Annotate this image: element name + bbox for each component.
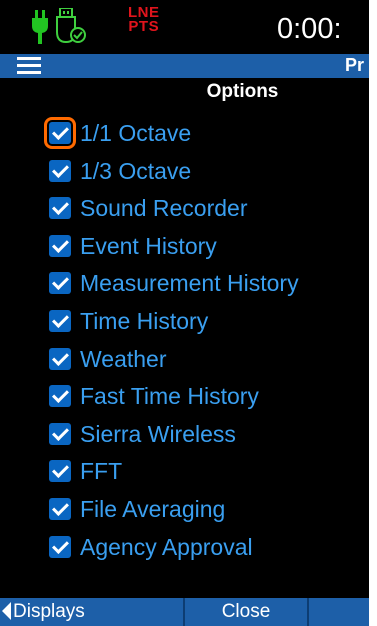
option-row[interactable]: FFT: [49, 454, 122, 488]
option-checkbox[interactable]: [49, 460, 71, 483]
option-checkbox[interactable]: [49, 422, 71, 445]
option-label: Weather: [80, 345, 167, 372]
usb-drive-check-icon: [56, 8, 86, 44]
option-checkbox[interactable]: [49, 310, 71, 332]
left-arrow-icon: [2, 601, 11, 620]
elapsed-time-readout: 0:00:: [277, 13, 342, 45]
displays-button[interactable]: Displays: [0, 598, 181, 626]
option-label: Sierra Wireless: [80, 420, 236, 447]
hamburger-menu-icon[interactable]: [17, 57, 41, 75]
option-checkbox[interactable]: [49, 535, 71, 558]
option-checkbox[interactable]: [49, 197, 71, 220]
option-checkbox[interactable]: [49, 498, 71, 520]
option-checkbox[interactable]: [49, 234, 71, 257]
right-softkey-button[interactable]: [311, 598, 369, 626]
option-row[interactable]: Sound Recorder: [49, 191, 248, 225]
options-title: Options: [206, 81, 279, 102]
status-bar: LNE PTS 0:00:: [0, 0, 369, 54]
option-label: 1/3 Octave: [80, 157, 192, 184]
option-row[interactable]: Event History: [49, 229, 217, 263]
device-screen: LNE PTS 0:00: Pr Options 1/1 Octave 1/3 O…: [0, 0, 369, 626]
option-checkbox[interactable]: [44, 117, 76, 149]
close-button[interactable]: Close: [183, 598, 309, 626]
option-checkbox[interactable]: [49, 347, 71, 370]
bottom-button-bar: Displays Close: [0, 598, 369, 626]
option-row[interactable]: Sierra Wireless: [49, 417, 236, 451]
option-label: Fast Time History: [80, 383, 259, 410]
header-bar: Pr: [0, 54, 369, 78]
option-label: Sound Recorder: [80, 195, 248, 222]
option-label: Agency Approval: [80, 533, 253, 560]
option-label: FFT: [80, 458, 123, 485]
option-row[interactable]: Measurement History: [49, 266, 299, 300]
option-row[interactable]: 1/3 Octave: [49, 154, 191, 188]
lne-pts-logo: LNE PTS: [128, 4, 160, 35]
option-checkbox[interactable]: [49, 272, 71, 295]
option-checkbox[interactable]: [49, 159, 71, 182]
option-row[interactable]: 1/1 Octave: [44, 116, 192, 150]
option-row[interactable]: Agency Approval: [49, 530, 253, 564]
displays-button-label: Displays: [13, 601, 85, 622]
option-row[interactable]: Fast Time History: [49, 379, 259, 413]
option-row[interactable]: Time History: [49, 304, 208, 338]
option-label: Event History: [80, 232, 217, 259]
option-label: File Averaging: [80, 496, 226, 522]
option-row[interactable]: Weather: [49, 342, 167, 376]
header-title: Pr: [345, 55, 365, 75]
option-row[interactable]: File Averaging: [49, 492, 225, 526]
power-plug-icon: [32, 10, 48, 44]
option-label: Time History: [80, 308, 209, 334]
option-label: 1/1 Octave: [80, 120, 192, 146]
option-checkbox[interactable]: [49, 385, 71, 408]
option-label: Measurement History: [80, 270, 299, 297]
